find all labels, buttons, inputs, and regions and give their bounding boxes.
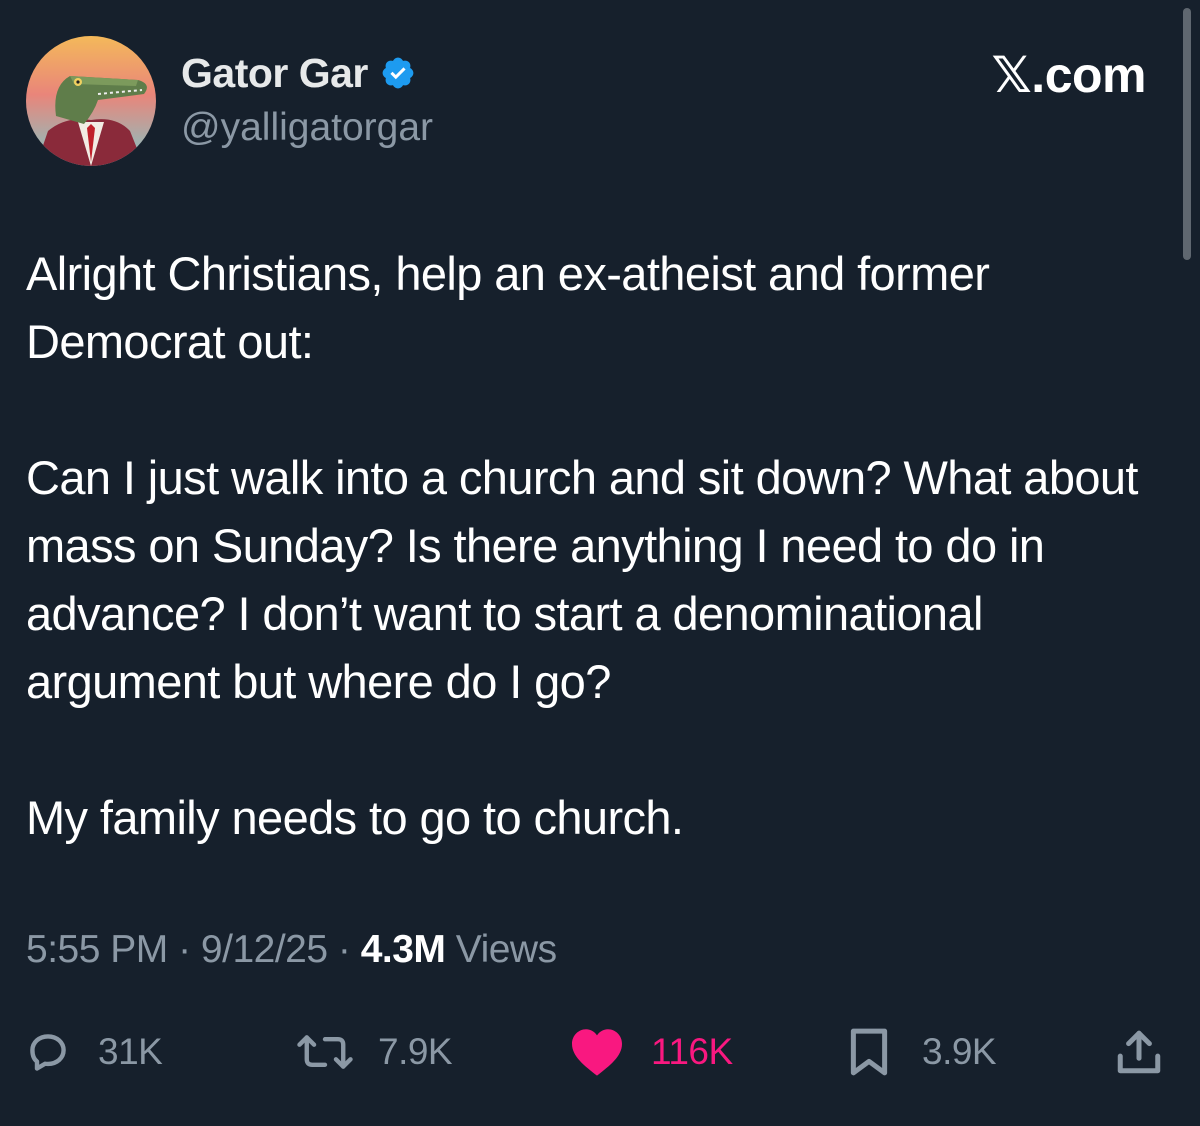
bookmark-button[interactable]: 3.9K	[848, 1022, 997, 1082]
post-card: Gator Gar @yalligatorgar 𝕏.com Alright C…	[0, 0, 1200, 1126]
author-display-name[interactable]: Gator Gar	[181, 50, 368, 97]
repost-button[interactable]: 7.9K	[294, 1022, 453, 1082]
repost-count: 7.9K	[378, 1031, 453, 1072]
heart-icon	[572, 1029, 622, 1076]
share-icon	[1117, 1030, 1161, 1074]
repost-icon	[297, 1035, 353, 1069]
bookmark-icon	[850, 1028, 888, 1076]
verified-badge-icon	[380, 55, 416, 91]
views-label: Views	[445, 928, 557, 971]
views-count[interactable]: 4.3M	[361, 928, 446, 971]
alligator-avatar-icon	[26, 36, 156, 166]
author-handle[interactable]: @yalligatorgar	[181, 106, 433, 150]
reply-count: 31K	[98, 1031, 163, 1072]
tweet-text: Alright Christians, help an ex-atheist a…	[26, 240, 1176, 852]
tweet-paragraph: My family needs to go to church.	[26, 791, 684, 844]
tweet-paragraph: Can I just walk into a church and sit do…	[26, 451, 1139, 708]
author-name-row[interactable]: Gator Gar	[181, 48, 416, 98]
like-count: 116K	[651, 1031, 733, 1072]
tweet-meta: 5:55 PM · 9/12/25 · 4.3M Views	[26, 928, 557, 972]
meta-separator: ·	[327, 928, 361, 971]
action-bar: 31K 7.9K 116K 3.9K	[0, 1022, 1200, 1082]
bookmark-count: 3.9K	[922, 1031, 997, 1072]
post-time[interactable]: 5:55 PM	[26, 928, 168, 971]
share-button[interactable]	[1114, 1022, 1164, 1082]
meta-separator: ·	[167, 928, 201, 971]
like-button[interactable]: 116K	[569, 1022, 733, 1082]
x-logo-text: 𝕏.com	[991, 47, 1147, 103]
author-avatar[interactable]	[26, 36, 156, 166]
reply-button[interactable]: 31K	[26, 1022, 163, 1082]
post-date[interactable]: 9/12/25	[201, 928, 328, 971]
scrollbar[interactable]	[1183, 8, 1191, 260]
tweet-paragraph: Alright Christians, help an ex-atheist a…	[26, 247, 990, 368]
reply-icon	[30, 1034, 66, 1071]
